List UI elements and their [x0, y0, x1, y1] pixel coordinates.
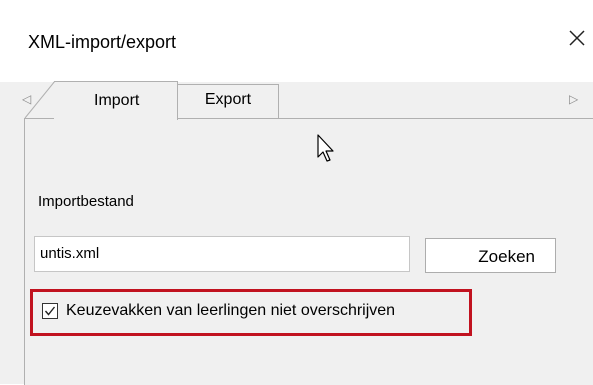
import-file-label: Importbestand: [38, 193, 134, 210]
mouse-pointer-icon: [317, 134, 337, 169]
checkmark-icon: [44, 306, 56, 316]
window-title: XML-import/export: [28, 32, 177, 52]
search-button[interactable]: Zoeken: [425, 238, 556, 273]
triangle-right-icon[interactable]: ▷: [569, 92, 578, 106]
tab-slant: [24, 81, 56, 119]
tab-import-label: Import: [94, 92, 140, 109]
tab-export[interactable]: Export: [177, 84, 279, 118]
dialog-window: XML-import/export ◁ ▷ Import Export Impo…: [0, 0, 593, 385]
tab-import[interactable]: Import: [53, 81, 178, 120]
tab-export-label: Export: [204, 91, 252, 108]
import-file-input[interactable]: untis.xml: [34, 236, 410, 272]
title-bar: XML-import/export: [0, 0, 593, 82]
tab-edge: [53, 82, 54, 83]
close-icon[interactable]: [565, 26, 589, 50]
import-file-value: untis.xml: [40, 245, 100, 262]
overwrite-checkbox[interactable]: [42, 303, 58, 319]
overwrite-checkbox-label[interactable]: Keuzevakken van leerlingen niet overschr…: [66, 302, 395, 320]
search-button-label: Zoeken: [478, 247, 535, 266]
